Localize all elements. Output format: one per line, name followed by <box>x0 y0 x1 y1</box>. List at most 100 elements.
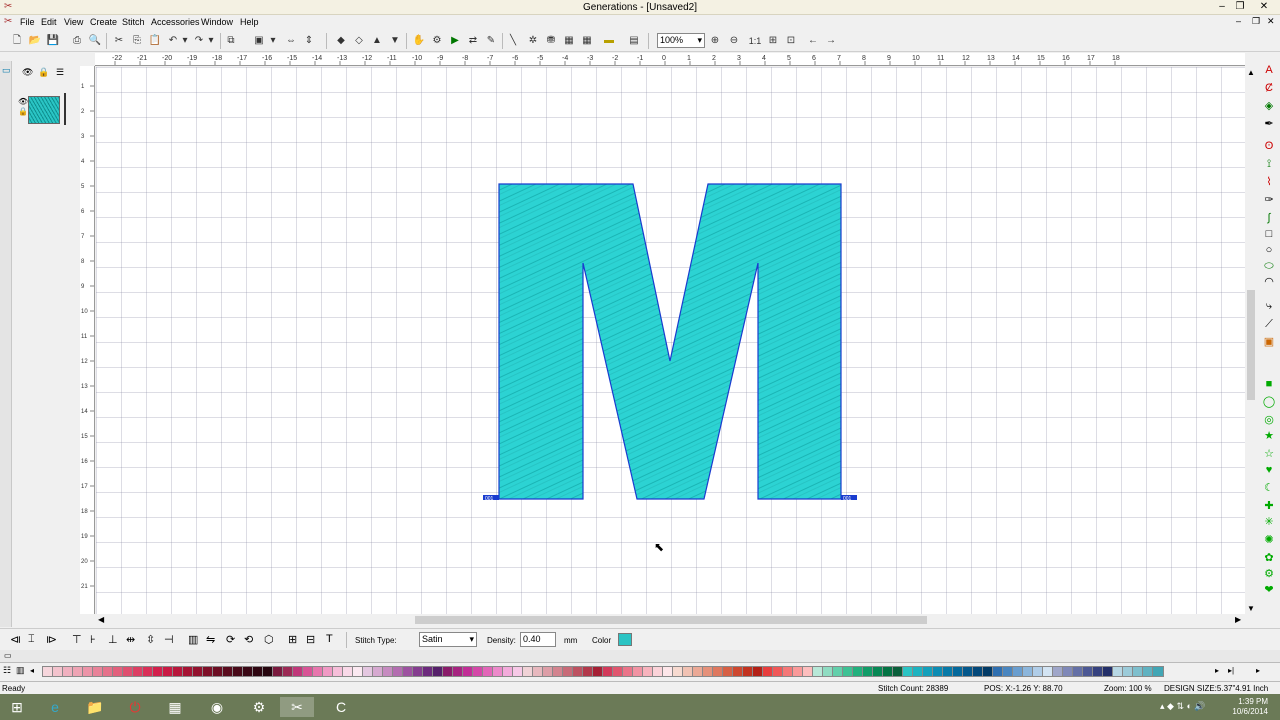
align-right-icon[interactable]: ⧐ <box>46 633 57 646</box>
flower-icon[interactable]: ✿ <box>1262 551 1276 565</box>
letter-m-shape[interactable] <box>498 183 842 500</box>
palette-menu-icon[interactable]: ☷ <box>3 665 11 676</box>
gear-icon[interactable]: ✲ <box>526 34 540 48</box>
heart-shape-icon[interactable]: ❤ <box>1262 583 1276 597</box>
menu-edit[interactable]: Edit <box>41 17 57 27</box>
rotate-ccw-icon[interactable]: ⟲ <box>244 633 253 646</box>
mdi-restore-button[interactable]: ❐ <box>1252 16 1260 27</box>
circle-icon[interactable]: ○ <box>1262 243 1276 257</box>
open-icon[interactable]: 📂 <box>28 34 42 48</box>
rotate-icon[interactable]: ⟳ <box>226 633 235 646</box>
calculator-icon[interactable]: ▦ <box>158 697 192 717</box>
space-horizontal-icon[interactable]: ⇹ <box>126 633 135 646</box>
windows-start-icon[interactable]: ⊞ <box>0 697 34 717</box>
burst-icon[interactable]: ✳ <box>1262 515 1276 529</box>
puzzle-icon[interactable]: ▣ <box>1262 335 1276 349</box>
zoom-out-icon[interactable]: ⊖ <box>727 34 741 48</box>
paste-icon[interactable]: 📋 <box>148 34 162 48</box>
align-center-icon[interactable]: ⌶ <box>28 633 35 646</box>
design-canvas[interactable]: 001 001 <box>96 67 1245 614</box>
bezier-icon[interactable]: ʘ <box>1262 139 1276 153</box>
close-button[interactable]: ✕ <box>1250 0 1278 14</box>
monogram-icon[interactable]: Ȼ <box>1262 81 1276 95</box>
c-app-icon[interactable]: C <box>324 697 358 717</box>
document-icon[interactable]: ✂ <box>4 16 12 27</box>
palette-toggle-icon[interactable]: ▭ <box>4 651 12 660</box>
save-icon[interactable]: 💾 <box>46 34 60 48</box>
align-bottom-icon[interactable]: ⊥ <box>108 633 118 646</box>
palette-list-icon[interactable]: ▥ <box>16 665 25 676</box>
satin-tool-icon[interactable]: ⟟ <box>1262 157 1276 171</box>
running-stitch-icon[interactable]: ⌇ <box>1262 175 1276 189</box>
skew-icon[interactable]: ⬡ <box>264 633 274 646</box>
menu-view[interactable]: View <box>64 17 83 27</box>
align-top-icon[interactable]: ⊤ <box>72 633 82 646</box>
generations-app-icon[interactable]: ✂ <box>280 697 314 717</box>
rectangle-icon[interactable]: □ <box>1262 227 1276 241</box>
fill-tool-icon[interactable]: ◈ <box>1262 99 1276 113</box>
lock-icon[interactable]: 🔒 <box>38 67 49 78</box>
text-tool-icon[interactable]: A <box>1262 63 1276 77</box>
internet-explorer-icon[interactable]: e <box>38 697 72 717</box>
star-icon[interactable]: ★ <box>1262 429 1276 443</box>
mdi-close-button[interactable]: ✕ <box>1267 16 1275 27</box>
hand-icon[interactable]: ✋ <box>412 34 426 48</box>
curve-icon[interactable]: ∫ <box>1262 211 1276 225</box>
zoom-select[interactable]: 100% ▾ <box>657 33 705 48</box>
horizontal-scroll-thumb[interactable] <box>415 616 927 624</box>
file-explorer-icon[interactable]: 📁 <box>78 697 112 717</box>
print-icon[interactable]: ⎙ <box>70 34 84 48</box>
hoop-icon[interactable]: ⧉ <box>224 34 238 48</box>
reshape-icon[interactable]: ⤷ <box>1262 299 1276 313</box>
thread-swatch[interactable] <box>1152 666 1164 677</box>
play-icon[interactable]: ▶ <box>448 34 462 48</box>
undo-dropdown-icon[interactable]: ▾ <box>178 34 192 48</box>
bring-front-icon[interactable]: ▲ <box>370 34 384 48</box>
actual-size-icon[interactable]: 1:1 <box>748 34 762 48</box>
scroll-right-icon[interactable]: ▶ <box>1235 615 1241 624</box>
scroll-down-icon[interactable]: ▼ <box>1247 604 1255 613</box>
tray-icons[interactable]: ▴ ◆ ⇅ ◐ 🔊 <box>1160 701 1206 712</box>
needle-icon[interactable]: ✎ <box>484 34 498 48</box>
arrow-right-icon[interactable]: → <box>824 34 838 48</box>
menu-create[interactable]: Create <box>90 17 117 27</box>
color-swatch[interactable] <box>618 633 632 646</box>
zoom-fit-icon[interactable]: ⊞ <box>766 34 780 48</box>
settings-app-icon[interactable]: ⚙ <box>242 697 276 717</box>
line-tool-icon[interactable]: ╲ <box>506 34 520 48</box>
palette-last-icon[interactable]: ▸ <box>1256 666 1260 675</box>
palette-end-icon[interactable]: ▸| <box>1228 666 1234 675</box>
cross-icon[interactable]: ✚ <box>1262 499 1276 513</box>
send-backward-icon[interactable]: ◇ <box>352 34 366 48</box>
menu-accessories[interactable]: Accessories <box>151 17 200 27</box>
arrow-left-icon[interactable]: ← <box>806 34 820 48</box>
grid-icon[interactable]: ▦ <box>580 34 594 48</box>
visibility-icon[interactable]: 👁 <box>18 97 28 106</box>
align-left-icon[interactable]: ⧏ <box>10 633 21 646</box>
gear-shape-icon[interactable]: ⚙ <box>1262 567 1276 581</box>
chrome-icon[interactable]: ◉ <box>200 697 234 717</box>
green-circle-icon[interactable]: ◯ <box>1262 395 1276 409</box>
distribute-icon[interactable]: ⇕ <box>302 34 316 48</box>
vertical-scroll-thumb[interactable] <box>1247 290 1255 400</box>
group-icon[interactable]: ⊞ <box>288 633 297 646</box>
power-app-icon[interactable]: ⏻ <box>118 697 152 717</box>
same-height-icon[interactable]: ▥ <box>188 633 198 646</box>
eye-icon[interactable]: 👁 <box>22 67 33 78</box>
green-square-icon[interactable]: ■ <box>1262 377 1276 391</box>
ellipse-icon[interactable]: ⬭ <box>1262 259 1276 273</box>
menu-file[interactable]: File <box>20 17 35 27</box>
same-width-icon[interactable]: ⊣ <box>164 633 174 646</box>
list-icon[interactable]: ☰ <box>56 67 64 78</box>
layout-dropdown-icon[interactable]: ▾ <box>266 34 280 48</box>
panel-pin-icon[interactable]: ▭ <box>2 65 11 76</box>
layout-icon[interactable]: ▣ <box>252 34 266 48</box>
pen-icon[interactable]: ✒ <box>1262 117 1276 131</box>
lock-small-icon[interactable]: 🔒 <box>18 107 28 116</box>
palette-scroll-left-icon[interactable]: ◂ <box>30 666 34 675</box>
scroll-up-icon[interactable]: ▲ <box>1247 68 1255 77</box>
spool-icon[interactable]: ⛃ <box>544 34 558 48</box>
space-vertical-icon[interactable]: ⇳ <box>146 633 155 646</box>
scroll-left-icon[interactable]: ◀ <box>98 615 104 624</box>
copy-icon[interactable]: ⎘ <box>130 34 144 48</box>
